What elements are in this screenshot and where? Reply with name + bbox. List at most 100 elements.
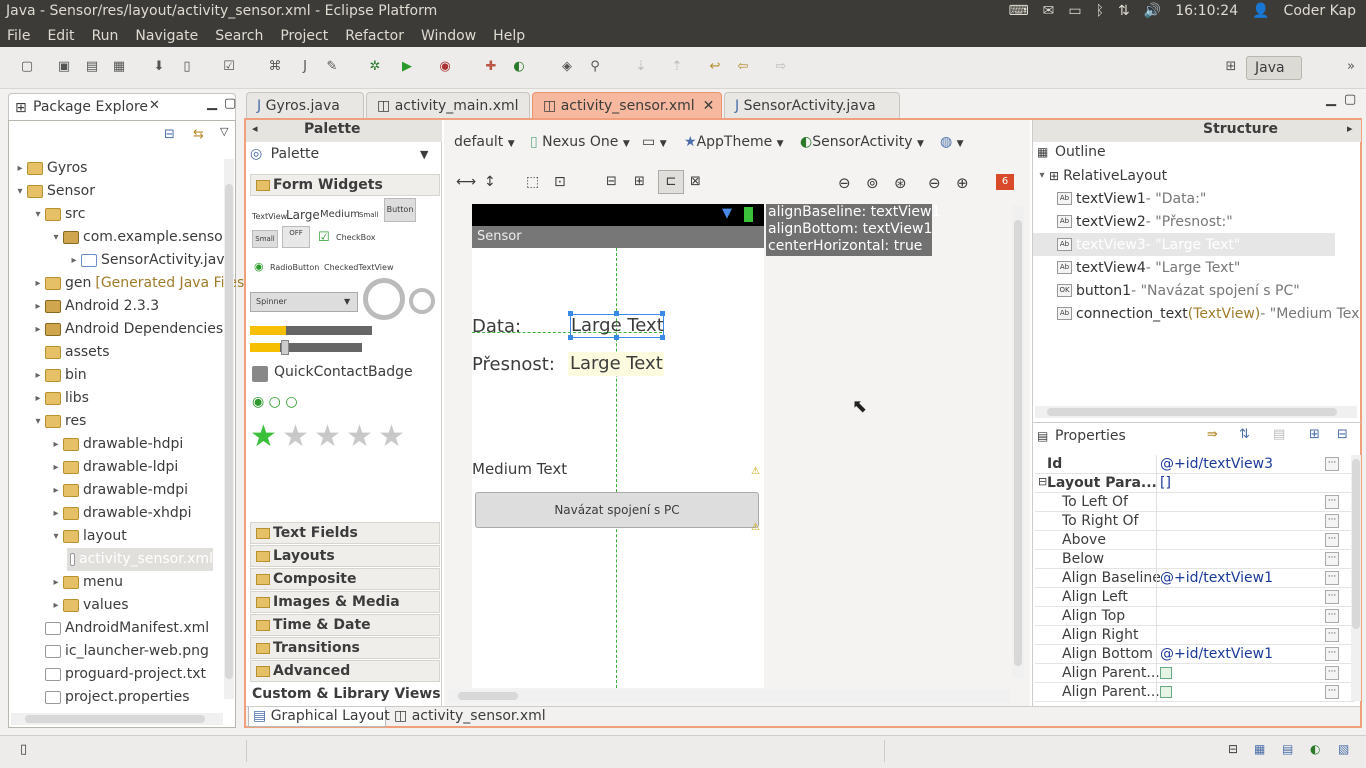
category-text-fields[interactable]: Text Fields	[250, 522, 440, 544]
close-icon[interactable]: ✕	[149, 98, 160, 113]
ellipsis-button[interactable]: ···	[1325, 647, 1339, 661]
tree-item[interactable]: ▸ drawable-mdpi	[49, 479, 188, 502]
trim-icon[interactable]: ⊟	[1228, 742, 1238, 756]
new-xml-icon[interactable]: ✎	[323, 58, 341, 76]
tree-item[interactable]: ▾ src	[31, 203, 85, 226]
snap-to-grid-icon[interactable]: ⊏	[658, 170, 684, 194]
category-transitions[interactable]: Transitions	[250, 637, 440, 659]
zoom-emulate-icon[interactable]: ⊖	[838, 174, 851, 192]
palette-dropdown[interactable]: ◎ Palette ▼	[250, 146, 438, 168]
widget-checkbox[interactable]: CheckBox	[336, 233, 375, 242]
device-dropdown[interactable]: ▯ Nexus One ▼	[530, 134, 630, 150]
tree-item[interactable]: project.properties	[31, 686, 189, 709]
tree-item[interactable]: AndroidManifest.xml	[31, 617, 209, 640]
collapsed-arrow-icon[interactable]: ▸	[31, 387, 45, 410]
tree-item[interactable]: ▾ com.example.sensor	[49, 226, 228, 249]
tree-vertical-scrollbar[interactable]	[224, 159, 234, 699]
outline-item[interactable]: Ab textView1 - "Data:"	[1057, 187, 1206, 210]
trim-icon[interactable]: ▧	[1338, 742, 1349, 756]
tree-horizontal-scrollbar[interactable]	[11, 713, 223, 725]
collapsed-arrow-icon[interactable]: ▸	[49, 433, 63, 456]
menu-search[interactable]: Search	[215, 28, 263, 44]
tree-item[interactable]: ▸ Gyros	[13, 157, 87, 180]
seekbar-thumb[interactable]	[281, 340, 289, 355]
property-row[interactable]: Align Parent... ···	[1035, 664, 1355, 683]
outline-item[interactable]: Ab textView3 - "Large Text"	[1033, 233, 1335, 256]
tab-sensoractivity-java[interactable]: J SensorActivity.java	[724, 92, 900, 118]
toggle-fill-width-icon[interactable]: ⟷	[456, 174, 476, 190]
maximize-editor-icon[interactable]: ▢	[1344, 92, 1356, 107]
restore-default-icon[interactable]: ▤	[1273, 427, 1285, 442]
collapse-all-icon[interactable]: ⊟	[164, 127, 175, 142]
ellipsis-button[interactable]: ···	[1325, 533, 1339, 547]
connection-text[interactable]: Medium Text	[472, 460, 567, 478]
widget-radiobutton[interactable]: RadioButton	[270, 263, 319, 272]
new-android-project-icon[interactable]: ⌘	[266, 58, 284, 76]
forward-icon[interactable]: ⇨	[772, 58, 790, 76]
theme-dropdown[interactable]: ★AppTheme ▼	[684, 134, 784, 150]
tree-item[interactable]: ic_launcher-web.png	[31, 640, 209, 663]
tab-activity-main-xml[interactable]: ◫ activity_main.xml	[366, 92, 530, 118]
category-composite[interactable]: Composite	[250, 568, 440, 590]
radiogroup-icon[interactable]: ◉ ○ ○	[252, 394, 298, 410]
resize-handle[interactable]	[568, 311, 573, 316]
property-value[interactable]: @+id/textView1	[1160, 646, 1273, 662]
menu-edit[interactable]: Edit	[47, 28, 74, 44]
tree-item[interactable]: ▸ drawable-ldpi	[49, 456, 178, 479]
property-row[interactable]: Align Right ···	[1035, 626, 1355, 645]
clock[interactable]: 16:10:24	[1175, 3, 1238, 19]
tab-gyros-java[interactable]: J Gyros.java	[246, 92, 364, 118]
tree-item[interactable]: ▾ Sensor	[13, 180, 95, 203]
trim-icon[interactable]: ▦	[1254, 742, 1265, 756]
widget-progressbar-horizontal[interactable]	[250, 326, 372, 335]
checkbox-icon[interactable]: ☑	[318, 230, 330, 245]
property-row[interactable]: Align Parent... ···	[1035, 683, 1355, 702]
ellipsis-button[interactable]: ···	[1325, 495, 1339, 509]
collapsed-arrow-icon[interactable]: ▸	[49, 571, 63, 594]
expanded-arrow-icon[interactable]: ▾	[49, 226, 63, 249]
widget-checkedtextview[interactable]: CheckedTextView	[324, 263, 394, 272]
collapsed-arrow-icon[interactable]: ▸	[49, 594, 63, 617]
tree-item[interactable]: ▸ Android 2.3.3	[31, 295, 159, 318]
distribute-icon[interactable]: ⊞	[634, 174, 645, 189]
orientation-dropdown[interactable]: ▭ ▼	[642, 134, 667, 150]
save-icon[interactable]: ▣	[55, 58, 73, 76]
property-value[interactable]: @+id/textView1	[1160, 570, 1273, 586]
fast-view-icon[interactable]: ▯	[20, 742, 27, 757]
resize-handle[interactable]	[614, 335, 619, 340]
zoom-fit-icon[interactable]: ⊚	[866, 174, 879, 192]
zoom-out-icon[interactable]: ⊖	[928, 174, 941, 192]
text-precision-value[interactable]: Large Text	[568, 352, 664, 376]
property-row[interactable]: Id @+id/textView3 ···	[1035, 455, 1355, 474]
widget-seekbar[interactable]	[250, 343, 362, 352]
new-class-icon[interactable]: ◐	[510, 58, 528, 76]
sdk-manager-icon[interactable]: ⬇	[150, 58, 168, 76]
next-annotation-icon[interactable]: ⇣	[632, 58, 650, 76]
collapsed-arrow-icon[interactable]: ▸	[31, 295, 45, 318]
collapsed-arrow-icon[interactable]: ▸	[49, 479, 63, 502]
java-perspective-button[interactable]: Java	[1246, 56, 1302, 80]
tree-item[interactable]: activity_sensor.xml	[67, 548, 213, 571]
sort-icon[interactable]: ⇅	[1239, 427, 1250, 442]
category-advanced[interactable]: Advanced	[250, 660, 440, 682]
widget-medium-text[interactable]: Medium	[320, 209, 360, 220]
property-row[interactable]: Align Baseline @+id/textView1 ···	[1035, 569, 1355, 588]
new-java-project-icon[interactable]: J	[296, 58, 314, 76]
tab-xml-source[interactable]: ◫ activity_sensor.xml	[390, 707, 550, 727]
save-all-icon[interactable]: ▤	[83, 58, 101, 76]
ellipsis-button[interactable]: ···	[1325, 552, 1339, 566]
new-package-icon[interactable]: ✚	[482, 58, 500, 76]
connect-button[interactable]: Navázat spojení s PC	[475, 492, 759, 528]
expanded-arrow-icon[interactable]: ▾	[49, 525, 63, 548]
widget-small-text[interactable]: Small	[359, 211, 378, 219]
run-icon[interactable]: ▶	[398, 58, 416, 76]
outline-item[interactable]: Ab connection_text (TextView) - "Medium T…	[1057, 302, 1359, 325]
open-perspective-icon[interactable]: ⊞	[1222, 58, 1240, 76]
tree-item[interactable]: ▸ bin	[31, 364, 86, 387]
network-icon[interactable]: ⇅	[1118, 3, 1130, 19]
maximize-icon[interactable]: ▢	[224, 96, 236, 111]
ellipsis-button[interactable]: ···	[1325, 685, 1339, 699]
minimize-icon[interactable]: ▁	[207, 96, 217, 111]
tree-item[interactable]: ▸ values	[49, 594, 128, 617]
collapsed-arrow-icon[interactable]: ▸	[49, 502, 63, 525]
